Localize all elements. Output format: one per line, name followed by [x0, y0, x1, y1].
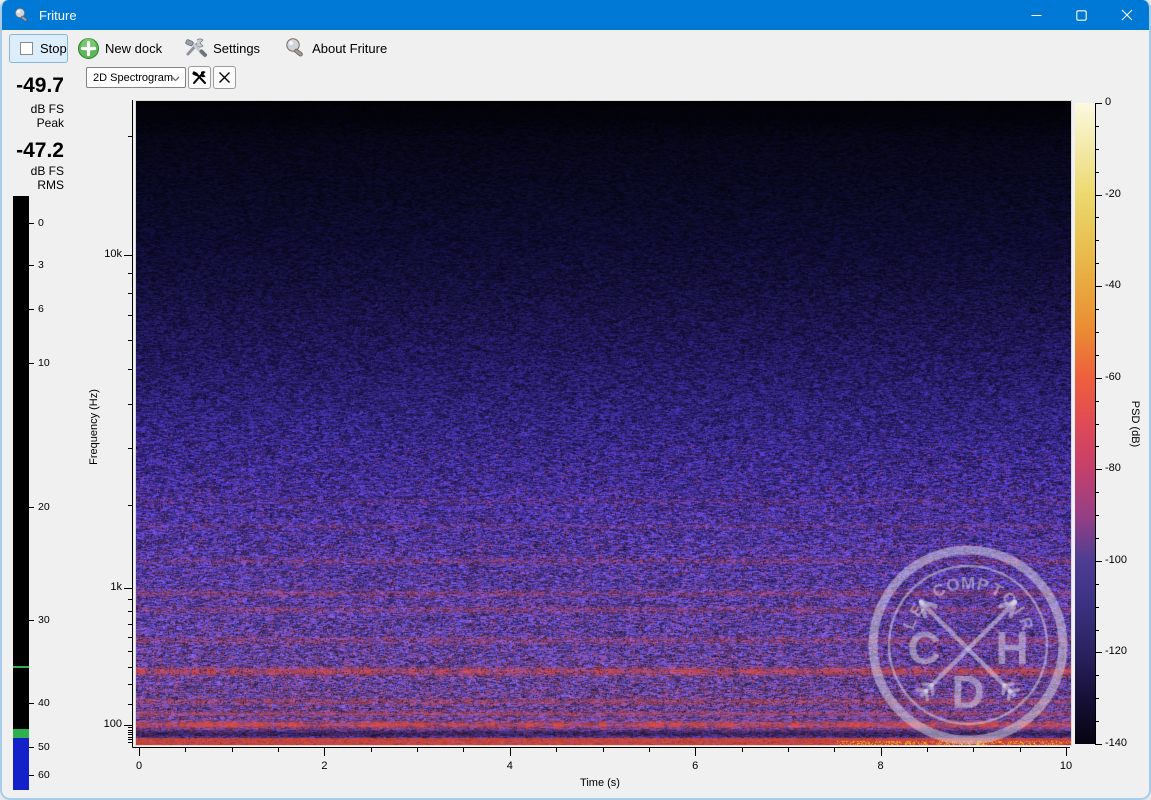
peak-level-value: -49.7 — [16, 74, 64, 97]
psd-tick-label: -120 — [1105, 645, 1128, 658]
window-title: Friture — [39, 7, 77, 23]
meter-tick — [29, 620, 34, 622]
meter-tick-label: 30 — [38, 614, 50, 627]
level-meter-scale: 0 3 6 10 20 30 40 50 60 — [29, 196, 69, 790]
rms-level-label: RMS — [37, 178, 64, 192]
settings-button[interactable]: Settings — [178, 33, 266, 63]
window-controls — [1014, 0, 1149, 30]
meter-tick-label: 60 — [38, 769, 50, 782]
dock-type-value: 2D Spectrogram — [93, 71, 174, 84]
about-label: About Friture — [312, 40, 388, 56]
freq-tick-label: 10k — [104, 248, 122, 261]
settings-label: Settings — [213, 40, 261, 56]
frequency-axis-title: Frequency (Hz) — [88, 389, 100, 465]
dock-close-button[interactable] — [213, 66, 236, 89]
rms-level-value: -47.2 — [16, 139, 64, 162]
level-meter-bar — [13, 196, 29, 790]
dock-close-icon — [219, 72, 230, 83]
dock-tools-icon — [191, 70, 206, 84]
app-window: Friture Stop New dock Settings About Fri… — [0, 0, 1151, 800]
dock-settings-button[interactable] — [188, 66, 211, 89]
spectrogram-plot — [135, 100, 1072, 746]
chevron-down-icon — [171, 76, 180, 82]
dock-type-select[interactable]: 2D Spectrogram — [86, 67, 186, 88]
time-tick-label: 8 — [877, 760, 884, 772]
app-microphone-icon — [15, 7, 28, 21]
meter-tick — [29, 308, 34, 310]
close-icon — [1121, 9, 1132, 21]
peak-level-label: Peak — [36, 116, 64, 130]
close-button[interactable] — [1104, 0, 1149, 30]
psd-tick-label: -40 — [1105, 279, 1121, 292]
freq-tick-label: 100 — [103, 717, 122, 730]
psd-tick-label: -140 — [1105, 737, 1128, 749]
new-dock-plus-icon — [78, 37, 99, 59]
meter-tick-label: 50 — [38, 741, 50, 754]
time-axis-title: Time (s) — [580, 777, 620, 789]
stop-label: Stop — [40, 40, 67, 56]
about-microphone-icon — [286, 37, 303, 56]
meter-tick — [29, 362, 34, 364]
psd-tick-label: -20 — [1105, 187, 1121, 200]
meter-tick — [29, 222, 34, 224]
time-tick-label: 2 — [321, 760, 328, 772]
titlebar: Friture — [2, 0, 1149, 30]
time-tick-label: 0 — [135, 760, 143, 772]
new-dock-button[interactable]: New dock — [71, 33, 168, 64]
new-dock-label: New dock — [105, 40, 163, 56]
psd-tick-label: 0 — [1105, 96, 1112, 108]
stop-toggle-button[interactable]: Stop — [9, 33, 68, 63]
time-tick-label: 6 — [692, 760, 699, 772]
meter-segment — [13, 737, 29, 790]
meter-tick — [29, 775, 34, 777]
maximize-icon — [1076, 9, 1087, 21]
stop-checkbox[interactable] — [20, 41, 33, 55]
minimize-icon — [1031, 14, 1042, 16]
settings-tools-icon — [185, 38, 208, 57]
time-tick-label: 10 — [1059, 760, 1073, 772]
toolbar: Stop New dock Settings About Friture — [2, 30, 1149, 66]
meter-tick-label: 6 — [38, 302, 44, 315]
maximize-button[interactable] — [1059, 0, 1104, 30]
meter-tick — [29, 264, 34, 266]
psd-axis-title: PSD (dB) — [1129, 400, 1141, 448]
rms-level-unit: dB FS — [30, 164, 64, 178]
meter-tick — [29, 702, 34, 704]
psd-tick-label: -100 — [1105, 553, 1128, 566]
minimize-button[interactable] — [1014, 0, 1059, 30]
peak-level-unit: dB FS — [30, 102, 64, 116]
time-tick-label: 4 — [506, 760, 513, 772]
meter-tick-label: 0 — [38, 216, 44, 229]
meter-tick-label: 20 — [38, 501, 50, 514]
psd-colorbar — [1075, 103, 1095, 744]
freq-tick-label: 1k — [110, 581, 122, 594]
meter-tick-label: 10 — [38, 356, 50, 369]
meter-peak-marker — [13, 665, 29, 668]
meter-tick-label: 40 — [38, 696, 50, 709]
psd-tick-label: -60 — [1105, 370, 1121, 383]
about-button[interactable]: About Friture — [278, 33, 393, 64]
meter-tick-label: 3 — [38, 258, 44, 271]
psd-tick-label: -80 — [1105, 462, 1121, 475]
meter-tick — [29, 507, 34, 509]
meter-segment — [13, 728, 29, 738]
meter-tick — [29, 747, 34, 749]
